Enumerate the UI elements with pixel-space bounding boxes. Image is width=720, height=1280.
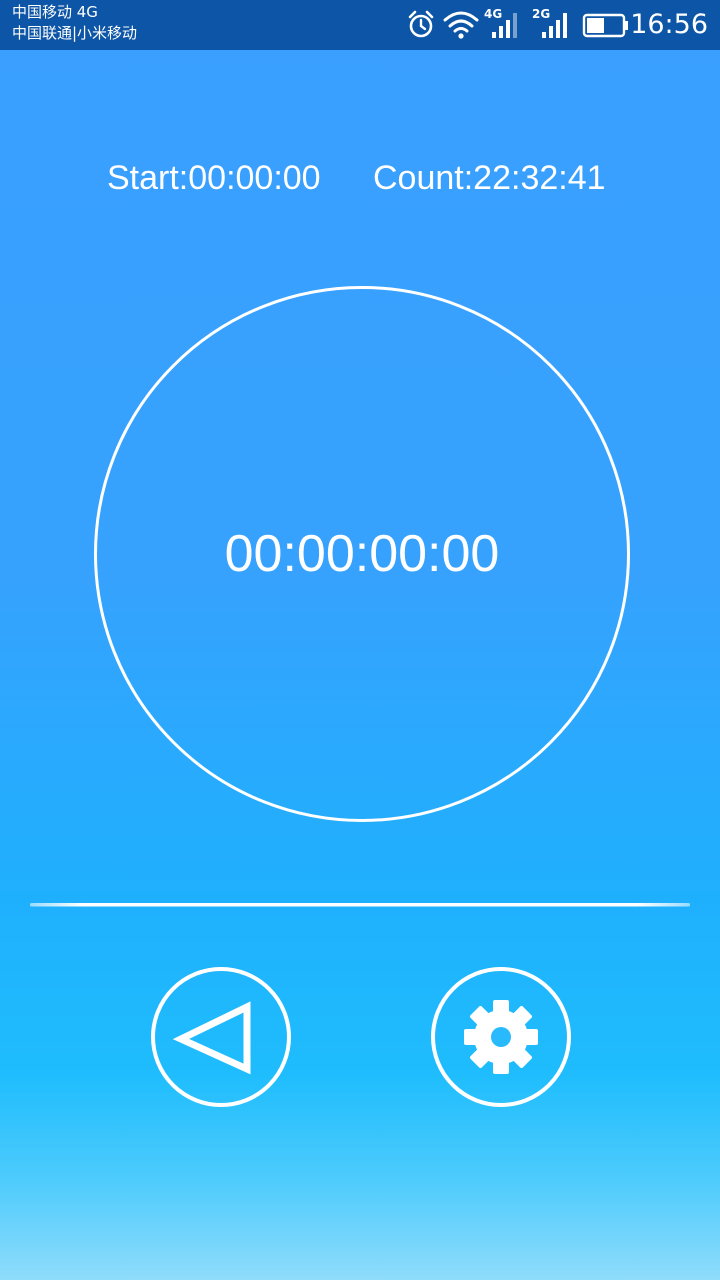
battery-icon [582,13,628,38]
alarm-clock-icon [408,10,434,38]
status-bar: 中国移动 4G 中国联通|小米移动 4G 2G 16:56 [0,0,720,50]
timer-display: 00:00:00:00 [224,525,500,583]
play-icon [172,1001,251,1075]
timer-ring[interactable]: 00:00:00:00 [94,286,630,822]
settings-button[interactable] [431,967,571,1107]
counters-row: Start:00:00:00 Count:22:32:41 [0,156,720,200]
carrier-primary: 中国移动 4G [12,3,98,21]
signal-4g-icon: 4G [484,0,526,50]
gear-icon [464,1000,538,1074]
carrier-secondary: 中国联通|小米移动 [12,24,138,42]
divider-line [30,903,690,907]
count-time-label: Count:22:32:41 [373,159,606,197]
signal-2g-icon: 2G [532,0,574,50]
play-button[interactable] [151,967,291,1107]
wifi-icon [443,11,479,39]
status-time: 16:56 [630,9,708,40]
start-time-label: Start:00:00:00 [107,159,321,197]
timer-screen: 中国移动 4G 中国联通|小米移动 4G 2G 16:56 Start:00:0… [0,0,720,1280]
